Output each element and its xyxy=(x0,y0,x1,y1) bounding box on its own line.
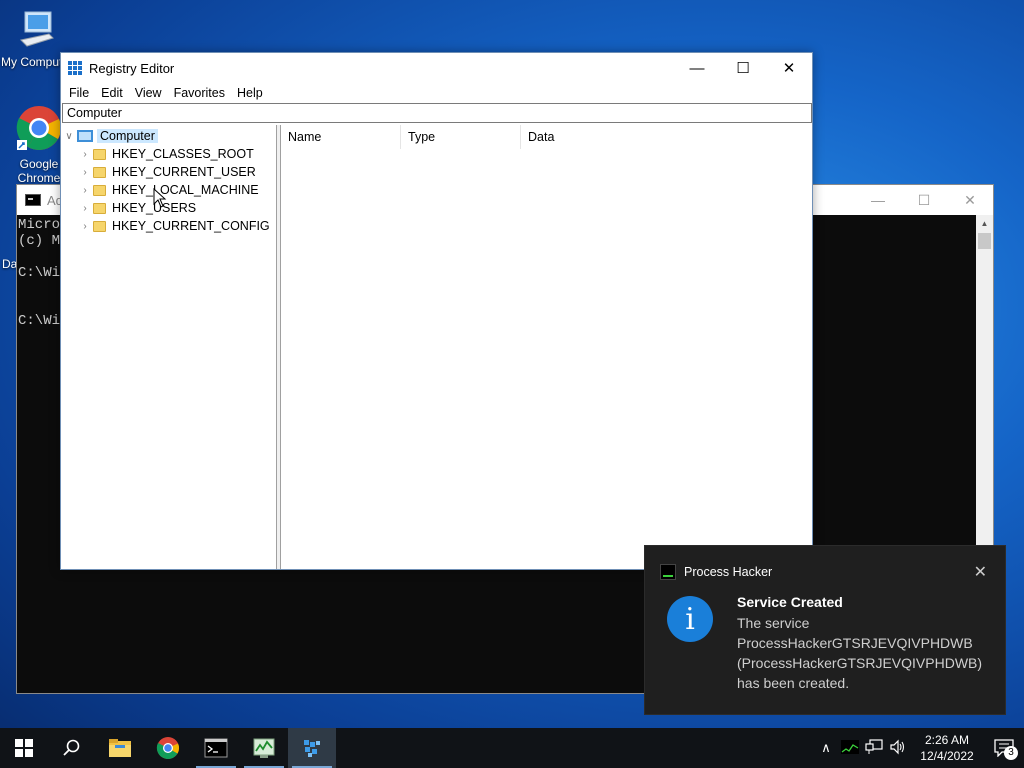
taskbar-regedit[interactable] xyxy=(288,728,336,768)
taskbar-cmd[interactable] xyxy=(192,728,240,768)
chevron-right-icon[interactable]: › xyxy=(77,167,93,178)
toast-line: has been created. xyxy=(737,675,850,691)
column-header-data[interactable]: Data xyxy=(521,125,641,149)
taskbar-file-explorer[interactable] xyxy=(96,728,144,768)
tree-item-hkey-users[interactable]: › HKEY_USERS xyxy=(61,199,276,217)
menu-bar: File Edit View Favorites Help xyxy=(61,83,812,103)
menu-edit[interactable]: Edit xyxy=(95,86,129,100)
cmd-icon xyxy=(204,738,228,758)
clock-date: 12/4/2022 xyxy=(920,749,974,763)
regedit-icon xyxy=(304,740,320,757)
tree-item-hkey-current-config[interactable]: › HKEY_CURRENT_CONFIG xyxy=(61,217,276,235)
menu-help[interactable]: Help xyxy=(231,86,269,100)
minimize-button[interactable]: — xyxy=(674,53,720,83)
folder-icon xyxy=(93,184,106,196)
menu-file[interactable]: File xyxy=(63,86,95,100)
folder-icon xyxy=(93,202,106,214)
desktop-icon-label: Google Chrome xyxy=(17,157,61,185)
scroll-up-icon[interactable]: ▲ xyxy=(976,215,993,232)
chevron-right-icon[interactable]: › xyxy=(77,185,93,196)
tree-item-label: HKEY_LOCAL_MACHINE xyxy=(112,183,259,197)
task-manager-icon xyxy=(253,738,275,758)
folder-icon xyxy=(93,220,106,232)
taskbar-task-manager[interactable] xyxy=(240,728,288,768)
system-tray: ∧ 2:26 AM 12/4/2022 3 xyxy=(814,728,1024,768)
menu-favorites[interactable]: Favorites xyxy=(168,86,231,100)
mouse-cursor-icon xyxy=(153,188,167,208)
network-icon[interactable] xyxy=(862,738,886,758)
info-icon: i xyxy=(667,596,713,642)
tree-item-hkey-current-user[interactable]: › HKEY_CURRENT_USER xyxy=(61,163,276,181)
registry-editor-window[interactable]: Registry Editor — ☐ ✕ File Edit View Fav… xyxy=(60,52,813,570)
toast-app-name: Process Hacker xyxy=(684,565,773,579)
chrome-icon xyxy=(156,737,179,759)
close-icon[interactable]: ✕ xyxy=(974,562,987,582)
values-list[interactable]: Name Type Data xyxy=(281,125,812,569)
folder-icon xyxy=(93,148,106,160)
maximize-button[interactable]: ☐ xyxy=(720,53,766,83)
start-button[interactable] xyxy=(0,728,48,768)
menu-view[interactable]: View xyxy=(129,86,168,100)
tree-item-computer[interactable]: ∨ Computer xyxy=(61,127,276,145)
chevron-right-icon[interactable]: › xyxy=(77,221,93,232)
tree-item-hkey-classes-root[interactable]: › HKEY_CLASSES_ROOT xyxy=(61,145,276,163)
action-center-button[interactable]: 3 xyxy=(984,728,1024,768)
close-button[interactable]: ✕ xyxy=(766,53,812,83)
registry-tree[interactable]: ∨ Computer › HKEY_CLASSES_ROOT › HKEY_CU… xyxy=(61,125,277,569)
scroll-thumb[interactable] xyxy=(978,233,991,249)
chevron-right-icon[interactable]: › xyxy=(77,203,93,214)
address-bar[interactable]: Computer xyxy=(62,103,812,123)
toast-title: Service Created xyxy=(737,594,843,610)
computer-icon xyxy=(77,130,93,142)
start-icon xyxy=(15,739,33,757)
tree-item-label: HKEY_CLASSES_ROOT xyxy=(112,147,254,161)
tree-item-hkey-local-machine[interactable]: › HKEY_LOCAL_MACHINE xyxy=(61,181,276,199)
search-button[interactable] xyxy=(48,728,96,768)
minimize-button[interactable]: — xyxy=(855,185,901,215)
column-header-type[interactable]: Type xyxy=(401,125,521,149)
maximize-button[interactable]: ☐ xyxy=(901,185,947,215)
close-button[interactable]: ✕ xyxy=(947,185,993,215)
search-icon xyxy=(63,739,80,756)
tree-item-label: HKEY_CURRENT_CONFIG xyxy=(112,219,270,233)
volume-icon[interactable] xyxy=(886,739,910,758)
toast-line: The service xyxy=(737,615,810,631)
window-title: Registry Editor xyxy=(89,60,175,76)
toast-line: ProcessHackerGTSRJEVQIVPHDWB xyxy=(737,635,973,651)
notification-count-badge: 3 xyxy=(1004,746,1018,760)
toast-notification[interactable]: Process Hacker ✕ i Service Created The s… xyxy=(644,545,1006,715)
cmd-icon xyxy=(25,194,41,206)
process-hacker-tray-icon[interactable] xyxy=(838,739,862,757)
clock[interactable]: 2:26 AM 12/4/2022 xyxy=(914,732,980,764)
taskbar: ∧ 2:26 AM 12/4/2022 3 xyxy=(0,728,1024,768)
computer-icon xyxy=(0,10,74,53)
clock-time: 2:26 AM xyxy=(924,733,970,747)
chevron-right-icon[interactable]: › xyxy=(77,149,93,160)
toast-line: (ProcessHackerGTSRJEVQIVPHDWB) xyxy=(737,655,983,671)
regedit-icon xyxy=(68,61,82,75)
file-explorer-icon xyxy=(109,739,131,757)
tree-item-label: Computer xyxy=(97,129,158,143)
taskbar-chrome[interactable] xyxy=(144,728,192,768)
chevron-down-icon[interactable]: ∨ xyxy=(61,131,77,142)
folder-icon xyxy=(93,166,106,178)
chevron-up-icon[interactable]: ∧ xyxy=(814,740,838,756)
column-header-name[interactable]: Name xyxy=(281,125,401,149)
list-header: Name Type Data xyxy=(281,125,812,149)
tree-item-label: HKEY_CURRENT_USER xyxy=(112,165,256,179)
process-hacker-icon xyxy=(660,564,676,580)
